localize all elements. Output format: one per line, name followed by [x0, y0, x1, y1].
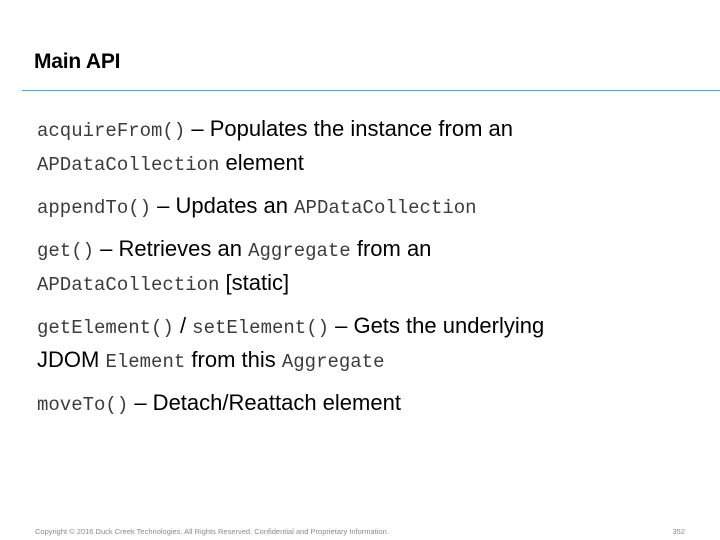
- code-apdatacollection: APDataCollection: [294, 197, 477, 219]
- item-text: JDOM: [37, 347, 106, 372]
- item-text: – Detach/Reattach element: [128, 390, 401, 415]
- code-element: Element: [105, 351, 186, 373]
- copyright-footer: Copyright © 2016 Duck Creek Technologies…: [35, 527, 389, 536]
- item-text: /: [173, 313, 193, 338]
- item-text: – Gets the underlying: [329, 313, 545, 338]
- item-text: – Populates the instance from an: [185, 116, 513, 141]
- code-apdatacollection: APDataCollection: [37, 154, 220, 176]
- item-text: from an: [350, 236, 432, 261]
- code-move-to: moveTo(): [37, 394, 129, 416]
- api-item-move-to: moveTo() – Detach/Reattach element: [37, 387, 707, 421]
- page-number: 352: [672, 527, 685, 536]
- code-apdatacollection: APDataCollection: [37, 274, 220, 296]
- code-append-to: appendTo(): [37, 197, 152, 219]
- item-text: [static]: [219, 270, 290, 295]
- item-text: – Retrieves an: [94, 236, 249, 261]
- api-item-acquire-from: acquireFrom() – Populates the instance f…: [37, 113, 707, 181]
- slide-title: Main API: [34, 50, 121, 73]
- api-item-get: get() – Retrieves an Aggregate from an A…: [37, 233, 707, 301]
- api-list: acquireFrom() – Populates the instance f…: [37, 113, 707, 430]
- code-aggregate: Aggregate: [281, 351, 385, 373]
- item-text: – Updates an: [151, 193, 295, 218]
- item-text: element: [219, 150, 304, 175]
- code-aggregate: Aggregate: [248, 240, 351, 262]
- code-get-element: getElement(): [37, 317, 174, 339]
- code-acquire-from: acquireFrom(): [37, 120, 186, 142]
- title-divider: [22, 90, 720, 91]
- code-get: get(): [37, 240, 95, 262]
- slide: Main API acquireFrom() – Populates the i…: [0, 0, 720, 540]
- api-item-get-set-element: getElement() / setElement() – Gets the u…: [37, 310, 707, 378]
- code-set-element: setElement(): [192, 317, 329, 339]
- api-item-append-to: appendTo() – Updates an APDataCollection: [37, 190, 707, 224]
- item-text: from this: [185, 347, 282, 372]
